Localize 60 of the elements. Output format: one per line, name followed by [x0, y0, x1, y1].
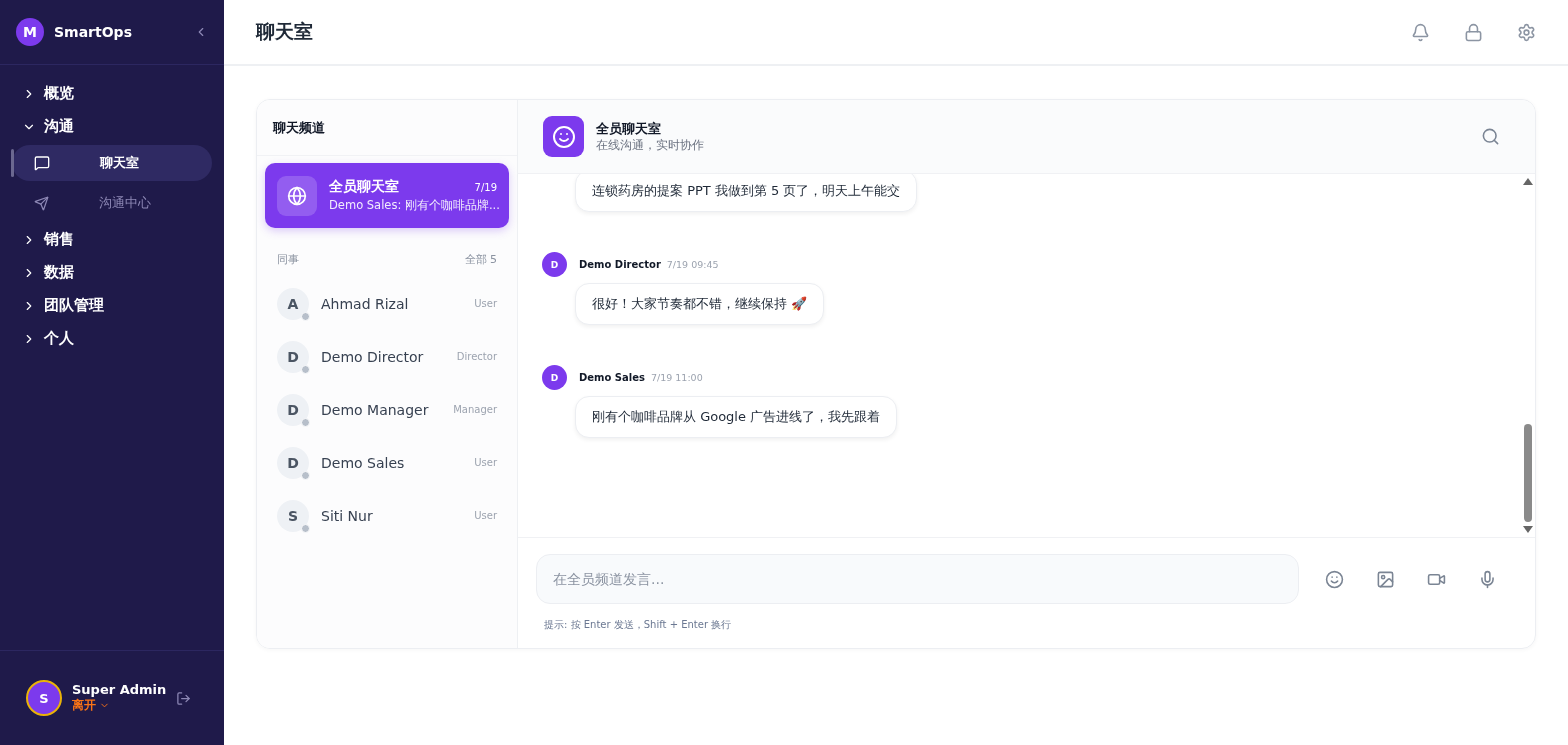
chat-title: 全员聊天室 [596, 120, 662, 138]
channel-item[interactable]: 全员聊天室 7/19 Demo Sales: 刚有个咖啡品牌... [265, 163, 509, 228]
colleague-avatar: D [277, 393, 309, 426]
colleague-avatar: S [277, 499, 309, 532]
sender-name: Demo Sales [579, 372, 645, 383]
nav-item[interactable]: 聊天室 [12, 145, 212, 181]
sender-name: Demo Director [579, 259, 661, 270]
colleague-name: Demo Manager [321, 401, 430, 418]
nav-group-label: 数据 [44, 263, 74, 282]
colleague-avatar: D [277, 340, 309, 373]
input-hint: 提示: 按 Enter 发送，Shift + Enter 换行 [543, 618, 733, 632]
nav-group-label: 概览 [44, 84, 74, 103]
colleague-item[interactable]: D Demo Manager Manager [257, 383, 517, 436]
colleague-item[interactable]: A Ahmad Rizal User [257, 277, 517, 330]
status-dropdown[interactable]: 离开 [72, 697, 167, 714]
sender-avatar: D [542, 252, 567, 277]
section-label: 同事 [277, 252, 299, 267]
message-bubble: 连锁药房的提案 PPT 我做到第 5 页了，明天上午能交 [575, 174, 918, 212]
message-bubble: 刚有个咖啡品牌从 Google 广告进线了，我先跟着 [575, 396, 898, 438]
colleague-role: Manager [453, 404, 497, 415]
colleague-name: Siti Nur [321, 507, 374, 524]
channel-date: 7/19 [474, 181, 497, 193]
page-title: 聊天室 [256, 19, 314, 44]
nav-group-label: 沟通 [44, 117, 74, 136]
logo: M [16, 18, 44, 46]
sender-avatar: D [542, 365, 567, 390]
message-bubble: 很好！大家节奏都不错，继续保持 🚀 [575, 283, 825, 325]
nav-group-label: 销售 [44, 230, 74, 249]
colleague-avatar: A [277, 287, 309, 320]
nav-group[interactable]: 个人 [12, 324, 212, 353]
channel-preview: Demo Sales: 刚有个咖啡品牌... [329, 198, 497, 213]
colleague-item[interactable]: S Siti Nur User [257, 489, 517, 542]
nav-group[interactable]: 沟通 [12, 112, 212, 141]
nav-group[interactable]: 数据 [12, 258, 212, 287]
colleague-role: User [474, 298, 497, 309]
nav-group-label: 团队管理 [44, 296, 104, 315]
panel-title: 聊天频道 [257, 100, 517, 156]
colleague-role: Director [456, 351, 497, 362]
user-avatar: S [26, 680, 62, 716]
nav-item[interactable]: 沟通中心 [12, 185, 212, 221]
nav-group-label: 个人 [44, 329, 74, 348]
message-time: 7/19 11:00 [650, 372, 703, 383]
message-input[interactable]: 在全员频道发言... [536, 554, 1299, 604]
colleague-role: User [474, 457, 497, 468]
message-time: 7/19 09:45 [666, 259, 719, 270]
nav-group[interactable]: 团队管理 [12, 291, 212, 320]
nav-group[interactable]: 概览 [12, 79, 212, 108]
colleague-name: Demo Sales [321, 454, 406, 471]
channel-name: 全员聊天室 [329, 178, 399, 196]
colleague-name: Demo Director [321, 348, 425, 365]
nav-group[interactable]: 销售 [12, 225, 212, 254]
chat-subtitle: 在线沟通，实时协作 [596, 138, 705, 153]
colleague-item[interactable]: D Demo Sales User [257, 436, 517, 489]
section-count: 全部 5 [464, 252, 497, 267]
colleague-role: User [474, 510, 497, 521]
user-name: Super Admin [72, 682, 167, 697]
colleague-item[interactable]: D Demo Director Director [257, 330, 517, 383]
colleague-name: Ahmad Rizal [321, 295, 410, 312]
colleague-avatar: D [277, 446, 309, 479]
brand-name: SmartOps [54, 24, 133, 40]
